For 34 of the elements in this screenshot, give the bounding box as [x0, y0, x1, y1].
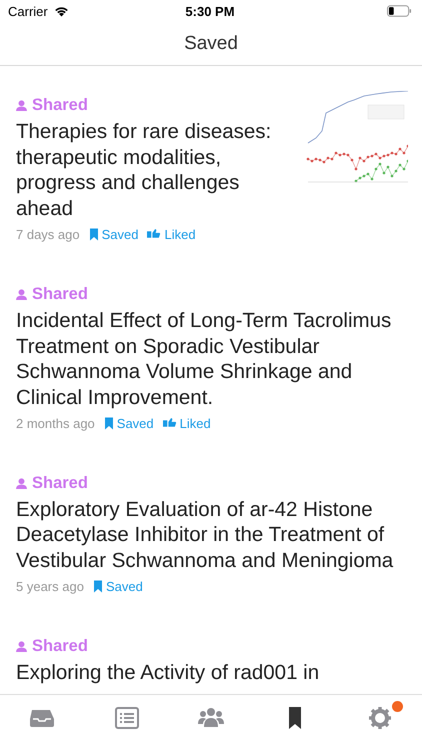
battery-icon: [386, 5, 412, 17]
shared-label: Shared: [32, 636, 88, 656]
list-icon: [114, 707, 140, 729]
article-age: 7 days ago: [16, 226, 80, 242]
shared-label: Shared: [32, 474, 88, 493]
person-icon: [16, 288, 27, 300]
person-icon: [16, 478, 27, 489]
bookmark-icon: [92, 580, 103, 593]
liked-link[interactable]: Liked: [147, 226, 196, 242]
carrier-label: Carrier: [8, 4, 48, 18]
article-title[interactable]: Therapies for rare diseases: therapeutic modalities, progress and challenges ahead: [16, 119, 298, 222]
people-icon: [198, 707, 224, 729]
thumbs-up-icon: [147, 228, 162, 240]
saved-link[interactable]: Saved: [104, 416, 154, 431]
status-time: 5:30 PM: [185, 4, 235, 18]
article-age: 2 months ago: [16, 416, 95, 431]
bookmark-icon: [104, 416, 114, 430]
bookmark-icon: [88, 228, 99, 241]
wifi-icon: [52, 5, 70, 17]
saved-link[interactable]: Saved: [88, 226, 138, 242]
liked-link[interactable]: Liked: [162, 416, 211, 431]
article-title[interactable]: Incidental Effect of Long-Term Tacrolimus Treatment on Sporadic Vestibular Schwannoma Volume Shrinkage and Clinical Improvement.: [16, 308, 408, 411]
inbox-icon: [29, 707, 56, 729]
settings-icon: [366, 707, 393, 729]
article-age: 5 years ago: [16, 578, 84, 594]
shared-label: Shared: [32, 96, 88, 115]
article-title[interactable]: Exploratory Evaluation of ar-42 Histone Deacetylase Inhibitor in the Treatment of Vestibular Schwannoma and Meningioma: [16, 496, 408, 574]
person-icon: [16, 100, 27, 111]
screen-title: Saved: [184, 32, 238, 54]
thumbs-up-icon: [162, 417, 177, 430]
article-title[interactable]: Exploring the Activity of rad001 in: [16, 660, 408, 686]
shared-label: Shared: [32, 284, 88, 304]
person-icon: [16, 640, 27, 652]
saved-link[interactable]: Saved: [92, 578, 143, 594]
